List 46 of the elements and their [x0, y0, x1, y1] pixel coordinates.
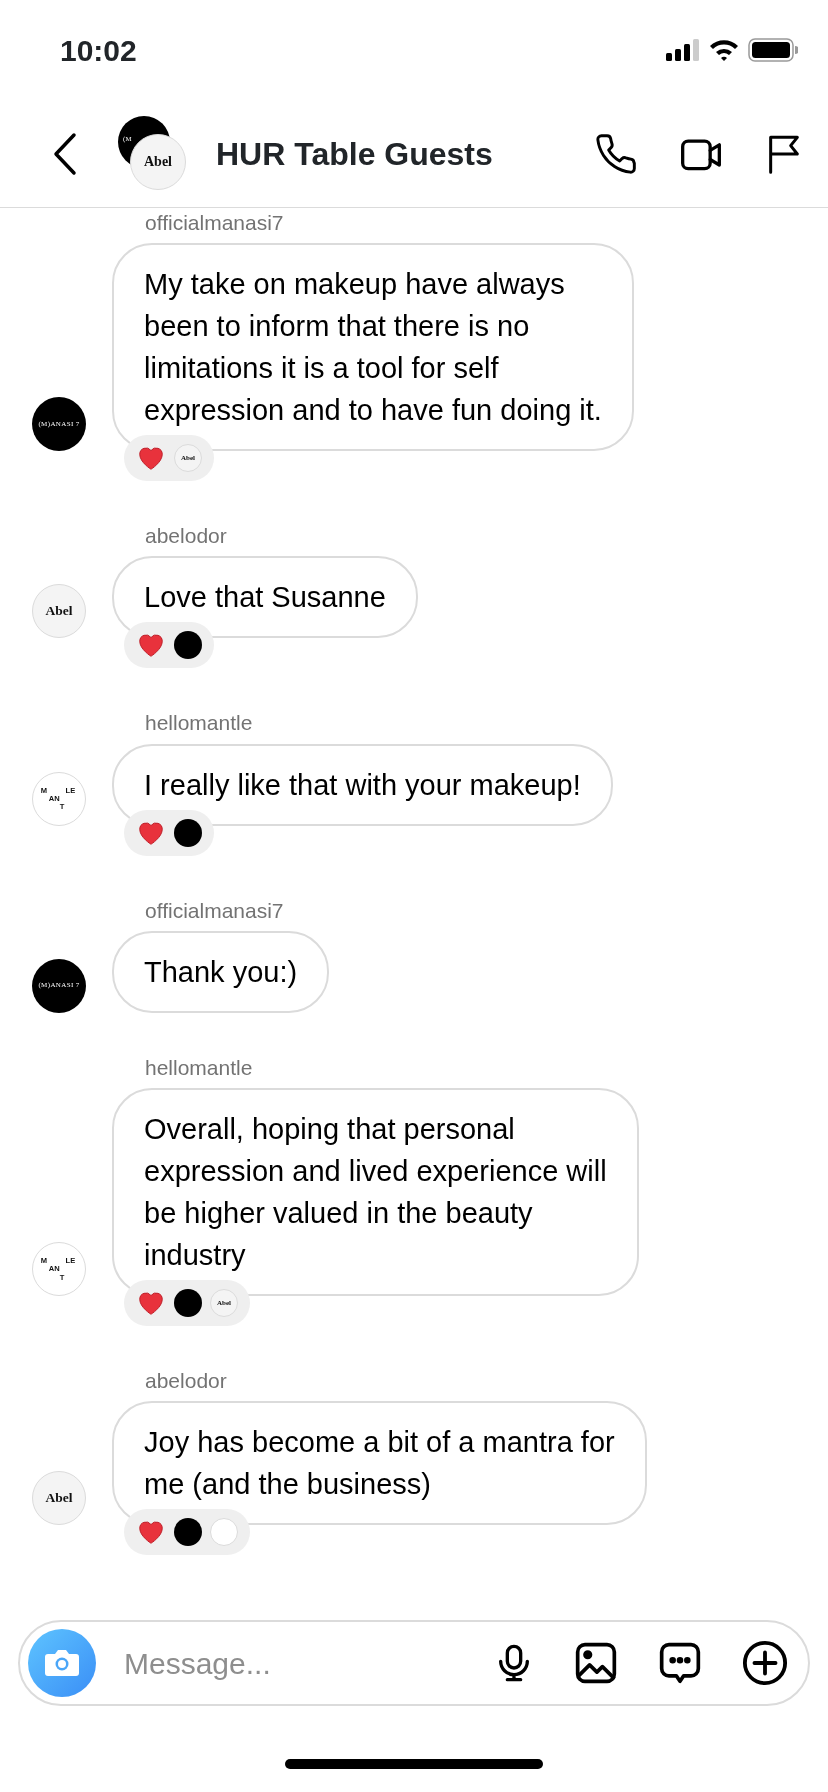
plus-circle-icon — [742, 1640, 788, 1686]
status-time: 10:02 — [60, 32, 137, 69]
message-bubble: Thank you:) — [112, 930, 330, 1013]
reactions-pill[interactable] — [124, 1509, 250, 1556]
reactor-avatar — [174, 818, 202, 847]
heart-icon — [139, 634, 163, 658]
heart-icon — [139, 822, 163, 845]
camera-icon — [44, 1648, 80, 1678]
reactor-avatar — [174, 631, 202, 660]
message-bubble: Overall, hoping that personal expression and lived experience will be higher valued in the beauty industry — [112, 1087, 639, 1296]
add-button[interactable] — [742, 1640, 788, 1686]
sender-name: officialmanasi7 — [145, 897, 285, 923]
sender-name: abelodor — [145, 1367, 228, 1394]
reactor-avatar — [174, 1288, 202, 1317]
message-bubble: Joy has become a bit of a mantra for me (and the business) — [112, 1401, 647, 1526]
chat-bubble-icon — [658, 1640, 702, 1686]
reactor-avatar — [174, 1518, 202, 1547]
battery-icon — [748, 38, 798, 62]
message-bubble: My take on makeup have always been to inform that there is no limitations it is a tool for self expression and to have fun doing it. — [112, 243, 634, 452]
wifi-icon — [708, 38, 740, 62]
avatar: Abel — [32, 584, 86, 639]
message-bubble: I really like that with your makeup! — [112, 743, 613, 826]
back-button[interactable] — [52, 131, 78, 176]
sender-name: abelodor — [145, 523, 228, 549]
heart-icon — [139, 447, 163, 470]
image-icon — [574, 1641, 618, 1685]
call-button[interactable] — [594, 131, 638, 176]
camera-button[interactable] — [28, 1629, 96, 1697]
reactions-pill[interactable] — [124, 809, 214, 856]
heart-icon — [139, 1521, 163, 1544]
reactor-avatar — [210, 1518, 238, 1547]
chat-title: HUR Table Guests — [216, 134, 493, 174]
avatar: Abel — [130, 133, 186, 190]
reactions-pill[interactable] — [124, 622, 214, 669]
sender-name: hellomantle — [145, 1054, 254, 1080]
message-field[interactable]: Message... — [122, 1639, 468, 1687]
signal-icon — [666, 39, 700, 61]
phone-icon — [594, 131, 638, 176]
sender-name: officialmanasi7 — [145, 210, 285, 236]
sender-name: hellomantle — [145, 710, 254, 736]
message-bubble: Love that Susanne — [112, 556, 418, 639]
avatar: Abel — [32, 1471, 86, 1526]
back-icon — [52, 131, 78, 176]
heart-icon — [139, 1292, 163, 1315]
gallery-button[interactable] — [574, 1641, 618, 1685]
sticker-button[interactable] — [658, 1640, 702, 1686]
